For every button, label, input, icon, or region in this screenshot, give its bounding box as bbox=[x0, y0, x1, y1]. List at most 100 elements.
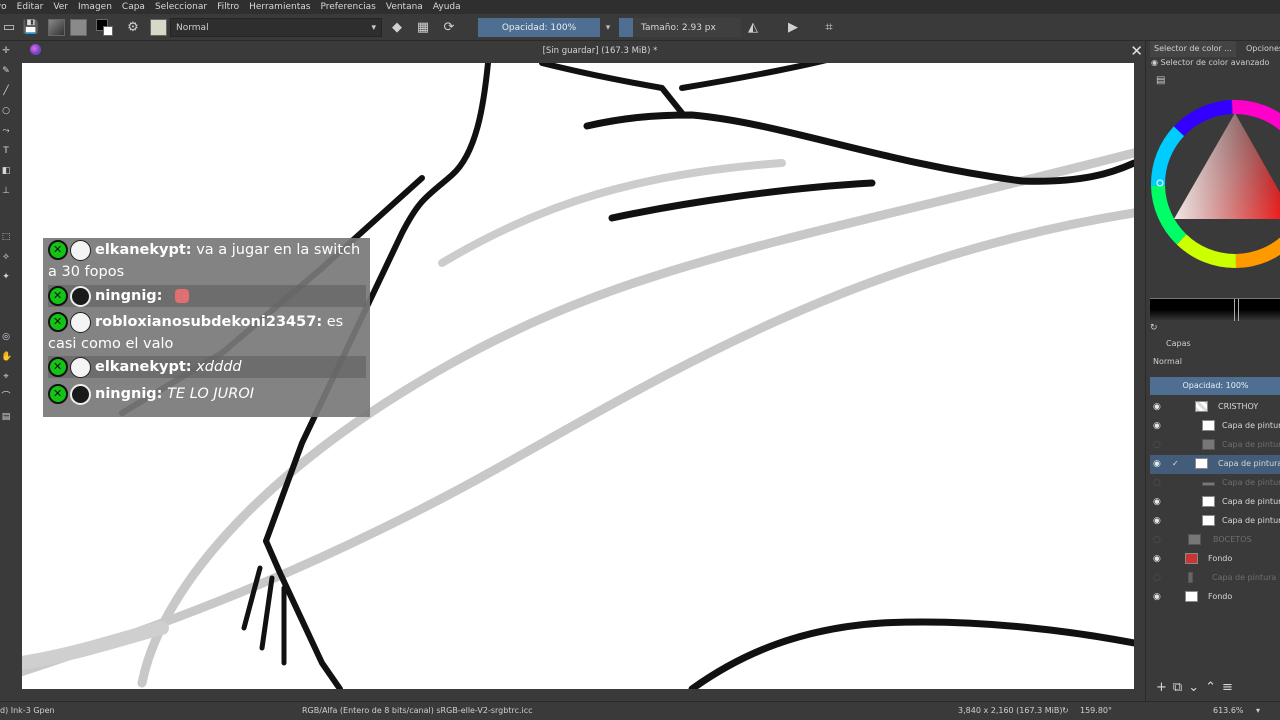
reference-tool-icon[interactable]: ▤ bbox=[1, 411, 11, 423]
brush-size-slider[interactable]: Tamaño: 2.93 px bbox=[619, 18, 741, 37]
layers-blend-select[interactable]: Normal bbox=[1150, 357, 1280, 370]
menu-preferencias[interactable]: Preferencias bbox=[315, 2, 380, 12]
opacity-slider[interactable]: Opacidad: 100% bbox=[478, 18, 600, 37]
eye-hidden-icon[interactable]: ○ bbox=[1153, 479, 1163, 488]
duplicate-layer-icon[interactable]: ⧉ bbox=[1173, 680, 1182, 695]
save-icon[interactable]: 💾 bbox=[22, 18, 40, 37]
layer-thumbnail bbox=[1195, 458, 1208, 469]
menu-ventana[interactable]: Ventana bbox=[381, 2, 428, 12]
chat-username: ningnig: bbox=[95, 386, 163, 402]
value-bar[interactable] bbox=[1150, 298, 1280, 321]
opacity-chevron-icon[interactable]: ▾ bbox=[603, 18, 613, 37]
avatar bbox=[70, 311, 91, 333]
text-tool-icon[interactable]: T bbox=[1, 145, 11, 157]
eye-icon[interactable]: ◉ bbox=[1153, 593, 1163, 602]
move-up-icon[interactable]: ⌃ bbox=[1205, 680, 1216, 695]
eye-hidden-icon[interactable]: ○ bbox=[1153, 536, 1163, 545]
select-magic-icon[interactable]: ✦ bbox=[1, 271, 11, 283]
eye-icon[interactable]: ◉ bbox=[1153, 460, 1163, 469]
layer-row[interactable]: ◉ Fondo bbox=[1150, 588, 1280, 607]
layer-row[interactable]: ○ Capa de pintura 1 bbox=[1150, 569, 1280, 588]
line-tool-icon[interactable]: ╱ bbox=[1, 85, 11, 97]
color-settings-icon[interactable]: ▤ bbox=[1156, 75, 1165, 86]
fill-tool-icon[interactable]: ◧ bbox=[1, 165, 11, 177]
color-wheel[interactable] bbox=[1150, 99, 1280, 270]
rotate-icon[interactable]: ↻ bbox=[1062, 706, 1069, 715]
close-icon[interactable]: ✕ bbox=[1130, 43, 1143, 59]
layer-row-selected[interactable]: ◉ ✓ Capa de pintura bbox=[1150, 455, 1280, 474]
eye-icon[interactable]: ◉ bbox=[1153, 498, 1163, 507]
eraser-icon[interactable]: ◆ bbox=[388, 18, 406, 37]
assistant-tool-icon[interactable]: ⌒ bbox=[1, 391, 11, 403]
layer-row[interactable]: ○ BOCETOS bbox=[1150, 531, 1280, 550]
layer-row[interactable]: ◉ Fondo bbox=[1150, 550, 1280, 569]
layer-row[interactable]: ○ Capa de pintura bbox=[1150, 436, 1280, 455]
layers-title: Capas bbox=[1146, 339, 1280, 351]
zoom-value[interactable]: 613.6% bbox=[1213, 706, 1244, 715]
layer-properties-icon[interactable]: ≡ bbox=[1222, 680, 1233, 695]
sketch-stroke bbox=[438, 159, 786, 267]
ellipse-tool-icon[interactable]: ○ bbox=[1, 105, 11, 117]
select-rect-icon[interactable]: ⬚ bbox=[1, 231, 11, 243]
layer-row[interactable]: ◉ Capa de pintura bbox=[1150, 417, 1280, 436]
menu-imagen[interactable]: Imagen bbox=[73, 2, 117, 12]
ink-stroke bbox=[679, 63, 827, 91]
select-freehand-icon[interactable]: ⟡ bbox=[1, 251, 11, 263]
layer-name: Capa de pintura 1 bbox=[1212, 573, 1280, 582]
eye-icon[interactable]: ◉ bbox=[1153, 422, 1163, 431]
eye-icon[interactable]: ◉ bbox=[1153, 555, 1163, 564]
layers-opacity-slider[interactable]: Opacidad: 100% bbox=[1150, 377, 1280, 395]
tab-options[interactable]: Opciones bbox=[1242, 41, 1280, 57]
path-tool-icon[interactable]: ⤳ bbox=[1, 125, 11, 137]
menu-herramientas[interactable]: Herramientas bbox=[244, 2, 315, 12]
menu-seleccionar[interactable]: Seleccionar bbox=[150, 2, 212, 12]
blend-mode-select[interactable]: Normal ▾ bbox=[170, 18, 382, 37]
measure-tool-icon[interactable]: ⌖ bbox=[1, 371, 11, 383]
alpha-lock-icon[interactable]: ▦ bbox=[414, 18, 432, 37]
pan-tool-icon[interactable]: ✋ bbox=[1, 351, 12, 363]
layer-thumbnail bbox=[1188, 572, 1193, 583]
tab-color-selector[interactable]: Selector de color ... bbox=[1150, 41, 1236, 57]
add-layer-icon[interactable]: + bbox=[1156, 680, 1167, 695]
menu-ayuda[interactable]: Ayuda bbox=[428, 2, 466, 12]
avatar bbox=[70, 285, 91, 307]
layer-row[interactable]: ○ Capa de pintura bbox=[1150, 474, 1280, 493]
layer-row[interactable]: ◉ Capa de pintura bbox=[1150, 512, 1280, 531]
menu-editar[interactable]: Editar bbox=[12, 2, 49, 12]
reload-preset-icon[interactable]: ⟳ bbox=[440, 18, 458, 37]
vertical-scrollbar[interactable] bbox=[1134, 63, 1145, 689]
image-dimensions: 3,840 x 2,160 (167.3 MiB) bbox=[958, 706, 1063, 715]
move-down-icon[interactable]: ⌄ bbox=[1188, 680, 1199, 695]
brush-presets-icon[interactable]: ⚙ bbox=[124, 18, 142, 37]
picker-tool-icon[interactable]: ⊥ bbox=[1, 185, 11, 197]
zoom-tool-icon[interactable]: ◎ bbox=[1, 331, 11, 343]
brush-tool-icon[interactable]: ✎ bbox=[1, 65, 11, 77]
transform-tool-icon[interactable]: ✛ bbox=[1, 45, 11, 57]
mirror-horizontal-icon[interactable]: ◭ bbox=[744, 18, 762, 37]
background-color-swatch[interactable] bbox=[103, 26, 113, 36]
new-document-icon[interactable]: ▭ bbox=[0, 18, 18, 37]
mirror-vertical-icon[interactable]: ▶ bbox=[784, 18, 802, 37]
eye-hidden-icon[interactable]: ○ bbox=[1153, 574, 1163, 583]
zoom-chevron-icon[interactable]: ▾ bbox=[1256, 706, 1260, 715]
eye-icon[interactable]: ◉ bbox=[1153, 403, 1163, 412]
menu-capa[interactable]: Capa bbox=[117, 2, 150, 12]
menu-ver[interactable]: Ver bbox=[48, 2, 73, 12]
eye-hidden-icon[interactable]: ○ bbox=[1153, 441, 1163, 450]
avatar bbox=[70, 239, 91, 261]
refresh-icon[interactable]: ↻ bbox=[1150, 323, 1158, 333]
menu-filtro[interactable]: Filtro bbox=[212, 2, 244, 12]
pattern-swatch[interactable] bbox=[70, 19, 87, 36]
wrap-around-icon[interactable]: ⌗ bbox=[820, 18, 838, 37]
brush-preset-thumbnail[interactable] bbox=[150, 19, 167, 36]
value-cursor[interactable] bbox=[1234, 299, 1239, 321]
emote-icon bbox=[175, 289, 190, 303]
layer-row[interactable]: ◉ Capa de pintura bbox=[1150, 493, 1280, 512]
layer-thumbnail bbox=[1202, 420, 1215, 431]
chat-username: elkanekypt: bbox=[95, 359, 192, 375]
layer-row[interactable]: ◉ CRISTHOY bbox=[1150, 398, 1280, 417]
horizontal-scrollbar[interactable] bbox=[22, 689, 1134, 701]
menu-archivo[interactable]: Archivo bbox=[0, 2, 12, 12]
gradient-swatch[interactable] bbox=[48, 19, 65, 36]
eye-icon[interactable]: ◉ bbox=[1153, 517, 1163, 526]
